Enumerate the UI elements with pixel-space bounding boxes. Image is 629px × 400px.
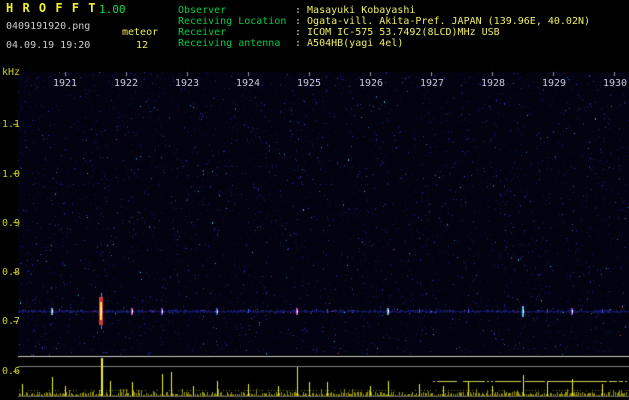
y-tick-label: 0.9 <box>2 218 21 229</box>
app-title: H R O F F T <box>6 1 97 15</box>
output-filename: 0409191920.png <box>6 21 91 32</box>
info-label: Observer <box>178 5 227 16</box>
mode-label: meteor <box>122 27 159 38</box>
info-row-location: Receiving Location : Ogata-vill. Akita-Pr… <box>178 16 590 27</box>
y-tick-label: 0.7 <box>2 316 21 327</box>
info-value: : Ogata-vill. Akita-Pref. JAPAN (139.96E… <box>295 16 591 27</box>
y-tick-label: 0.6 <box>2 366 21 377</box>
info-value: : Masayuki Kobayashi <box>295 5 416 16</box>
hrofft-output-image: { "app": { "title": "H R O F F T", "vers… <box>0 0 629 400</box>
x-tick-label: 1922 <box>113 78 139 89</box>
app-version: 1.00 <box>99 3 126 16</box>
info-value: : ICOM IC-575 53.7492(8LCD)MHz USB <box>295 27 500 38</box>
y-tick-label: 0.8 <box>2 267 21 278</box>
x-tick-label: 1926 <box>358 78 384 89</box>
event-count: 12 <box>136 40 149 51</box>
x-tick-label: 1929 <box>541 78 567 89</box>
info-label: Receiving Location <box>178 16 287 27</box>
x-tick-label: 1925 <box>296 78 322 89</box>
info-row-receiver: Receiver : ICOM IC-575 53.7492(8LCD)MHz U… <box>178 27 590 38</box>
info-value: : A504HB(yagi 4el) <box>295 38 404 49</box>
x-tick-label: 1928 <box>480 78 506 89</box>
x-tick-label: 1927 <box>419 78 445 89</box>
y-axis-unit: kHz <box>2 67 21 78</box>
info-row-antenna: Receiving antenna : A504HB(yagi 4el) <box>178 38 590 49</box>
y-tick-label: 1.0 <box>2 169 21 180</box>
info-label: Receiver <box>178 27 227 38</box>
info-label: Receiving antenna <box>178 38 281 49</box>
x-tick-label: 1930 <box>602 78 628 89</box>
x-tick-label: 1924 <box>235 78 261 89</box>
timestamp: 04.09.19 19:20 <box>6 40 91 51</box>
spectrogram-canvas <box>0 0 629 400</box>
x-tick-label: 1921 <box>52 78 78 89</box>
y-tick-label: 1.1 <box>2 119 21 130</box>
info-row-observer: Observer : Masayuki Kobayashi <box>178 5 590 16</box>
station-info: Observer : Masayuki Kobayashi Receiving L… <box>178 5 590 49</box>
x-tick-label: 1923 <box>174 78 200 89</box>
